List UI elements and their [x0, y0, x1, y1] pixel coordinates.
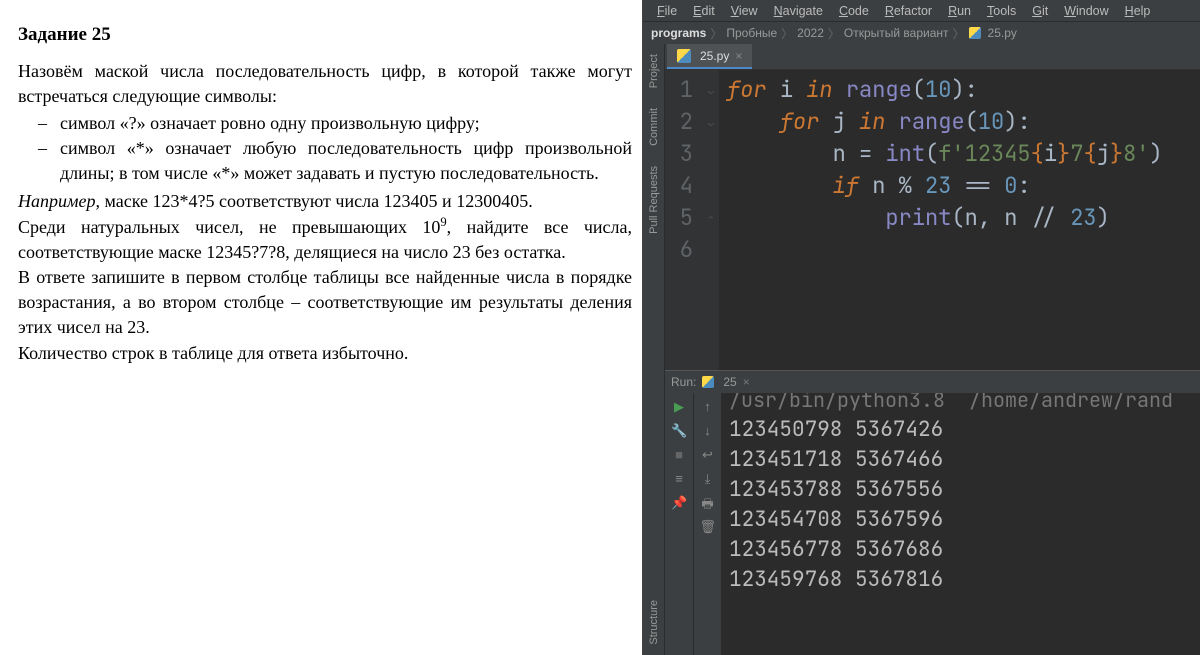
line-number: 4 [665, 170, 693, 202]
console-output[interactable]: /usr/bin/python3.8 /home/andrew/rand1234… [721, 393, 1200, 655]
up-arrow-icon[interactable]: ↑ [700, 399, 716, 415]
task-example: Например, маске 123*4?5 соответствуют чи… [18, 189, 632, 214]
breadcrumb-item[interactable]: Пробные [726, 26, 777, 40]
line-number-gutter: 123456 [665, 70, 703, 370]
line-number: 3 [665, 138, 693, 170]
task-p4: Количество строк в таблице для ответа из… [18, 341, 632, 366]
tab-label: 25.py [700, 49, 729, 63]
breadcrumb-item[interactable]: Открытый вариант [844, 26, 949, 40]
python-file-icon [969, 27, 981, 39]
run-tab-close[interactable]: × [743, 375, 750, 389]
run-toolbar-right: ↑ ↓ ↩ ⤓ 🖶 🗑 [693, 393, 721, 655]
line-number: 1 [665, 74, 693, 106]
menu-help[interactable]: Help [1119, 3, 1157, 19]
ide-window: FileEditViewNavigateCodeRefactorRunTools… [642, 0, 1200, 655]
menu-view[interactable]: View [725, 3, 764, 19]
menu-run[interactable]: Run [942, 3, 977, 19]
scroll-end-icon[interactable]: ⤓ [700, 471, 716, 487]
menu-edit[interactable]: Edit [687, 3, 721, 19]
pull-requests-tab[interactable]: Pull Requests [645, 156, 663, 244]
example-prefix: Например, [18, 191, 100, 211]
breadcrumb-item[interactable]: 2022 [797, 26, 824, 40]
code-line[interactable]: print(n, n // 23) [727, 202, 1163, 234]
code-line[interactable]: for i in range(10): [727, 74, 1163, 106]
python-run-icon [702, 376, 714, 388]
python-file-icon [677, 49, 691, 63]
task-title: Задание 25 [18, 22, 632, 49]
print-icon[interactable]: 🖶 [700, 495, 716, 511]
wrench-icon[interactable]: 🔧 [671, 423, 687, 439]
task-p3: В ответе запишите в первом столбце табли… [18, 265, 632, 341]
run-toolbar-left: ▶ 🔧 ■ ≡ 📌 [665, 393, 693, 655]
task-bullets: символ «?» означает ровно одну произволь… [32, 111, 632, 187]
menu-navigate[interactable]: Navigate [768, 3, 829, 19]
down-arrow-icon[interactable]: ↓ [700, 423, 716, 439]
breadcrumb-item[interactable]: programs [651, 26, 706, 40]
menu-bar: FileEditViewNavigateCodeRefactorRunTools… [643, 0, 1200, 22]
soft-wrap-icon[interactable]: ↩ [700, 447, 716, 463]
task-bullet-2: символ «*» означает любую последовательн… [32, 136, 632, 186]
output-cmd: /usr/bin/python3.8 /home/andrew/rand [729, 393, 1200, 415]
menu-file[interactable]: File [651, 3, 683, 19]
run-panel: Run: 25 × ▶ 🔧 ■ ≡ 📌 ↑ ↓ ↩ ⤓ 🖶 🗑 /usr/bin… [665, 370, 1200, 655]
stop-icon[interactable]: ■ [671, 447, 687, 463]
breadcrumb-item[interactable]: 25.py [988, 26, 1017, 40]
code-area[interactable]: for i in range(10): for j in range(10): … [719, 70, 1163, 370]
rerun-icon[interactable]: ▶ [671, 399, 687, 415]
code-line[interactable]: for j in range(10): [727, 106, 1163, 138]
project-tab[interactable]: Project [645, 44, 663, 98]
code-line[interactable]: n = int(f'12345{i}7{j}8') [727, 138, 1163, 170]
commit-tab[interactable]: Commit [645, 98, 663, 156]
editor-tab[interactable]: 25.py × [667, 44, 752, 69]
task-intro: Назовём маской числа последовательность … [18, 59, 632, 109]
task-panel: Задание 25 Назовём маской числа последов… [0, 0, 642, 655]
run-tab-label[interactable]: 25 [723, 375, 736, 389]
structure-tab[interactable]: Structure [645, 590, 663, 655]
editor-tab-bar: 25.py × [643, 44, 1200, 70]
trash-icon[interactable]: 🗑 [700, 519, 716, 535]
run-label: Run: [671, 375, 696, 389]
line-number: 6 [665, 234, 693, 266]
example-rest: маске 123*4?5 соответствуют числа 123405… [100, 191, 533, 211]
output-line: 123450798 5367426 [729, 415, 1200, 445]
editor[interactable]: 123456 ⌄⌄⌃ for i in range(10): for j in … [665, 70, 1200, 370]
menu-code[interactable]: Code [833, 3, 875, 19]
output-line: 123459768 5367816 [729, 565, 1200, 595]
breadcrumb: programs〉Пробные〉2022〉Открытый вариант〉2… [643, 22, 1200, 44]
menu-git[interactable]: Git [1026, 3, 1054, 19]
menu-tools[interactable]: Tools [981, 3, 1022, 19]
side-tool-tabs: Project Commit Pull Requests Structure [643, 44, 665, 655]
menu-refactor[interactable]: Refactor [879, 3, 938, 19]
output-line: 123456778 5367686 [729, 535, 1200, 565]
output-line: 123454708 5367596 [729, 505, 1200, 535]
fold-gutter: ⌄⌄⌃ [703, 70, 719, 370]
close-icon[interactable]: × [735, 49, 742, 63]
task-bullet-1: символ «?» означает ровно одну произволь… [32, 111, 632, 136]
menu-window[interactable]: Window [1058, 3, 1114, 19]
pin-icon[interactable]: 📌 [671, 495, 687, 511]
run-header: Run: 25 × [665, 371, 1200, 393]
layout-icon[interactable]: ≡ [671, 471, 687, 487]
line-number: 2 [665, 106, 693, 138]
code-line[interactable] [727, 234, 1163, 266]
line-number: 5 [665, 202, 693, 234]
code-line[interactable]: if n % 23 == 0: [727, 170, 1163, 202]
output-line: 123451718 5367466 [729, 445, 1200, 475]
output-line: 123453788 5367556 [729, 475, 1200, 505]
task-p2: Среди натуральных чисел, не превышающих … [18, 214, 632, 265]
